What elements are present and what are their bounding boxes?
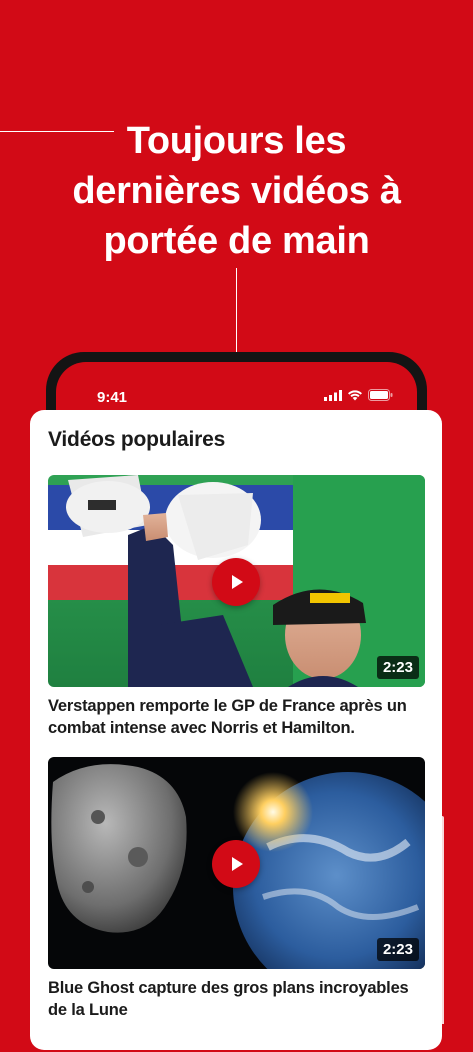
headline-line-2: dernières vidéos à [72, 170, 401, 212]
video-duration: 2:23 [376, 656, 419, 679]
video-item[interactable]: 2:23 Verstappen remporte le GP de France… [48, 475, 425, 739]
headline-line-3: portée de main [103, 220, 370, 262]
video-title[interactable]: Verstappen remporte le GP de France aprè… [48, 695, 425, 739]
play-button[interactable] [212, 840, 260, 888]
content-card: Vidéos populaires 2:23 Verstappen rempor… [30, 410, 442, 1050]
play-icon [232, 575, 243, 589]
video-title[interactable]: Blue Ghost capture des gros plans incroy… [48, 977, 425, 1021]
play-button[interactable] [212, 558, 260, 606]
video-duration: 2:23 [376, 938, 419, 961]
status-time: 9:41 [97, 389, 128, 406]
decorative-line-right [442, 816, 444, 1024]
status-icons [324, 389, 393, 401]
video-thumbnail[interactable]: 2:23 [48, 757, 425, 969]
battery-icon [368, 389, 393, 401]
signal-icon [324, 389, 342, 401]
video-item[interactable]: 2:23 Blue Ghost capture des gros plans i… [48, 757, 425, 1021]
marketing-headline: Toujours les dernières vidéos à portée d… [40, 116, 433, 266]
video-thumbnail[interactable]: 2:23 [48, 475, 425, 687]
play-icon [232, 857, 243, 871]
section-title: Vidéos populaires [48, 428, 226, 451]
headline-line-1: Toujours les [126, 120, 347, 162]
decorative-line-vertical [236, 268, 237, 352]
wifi-icon [348, 390, 362, 401]
